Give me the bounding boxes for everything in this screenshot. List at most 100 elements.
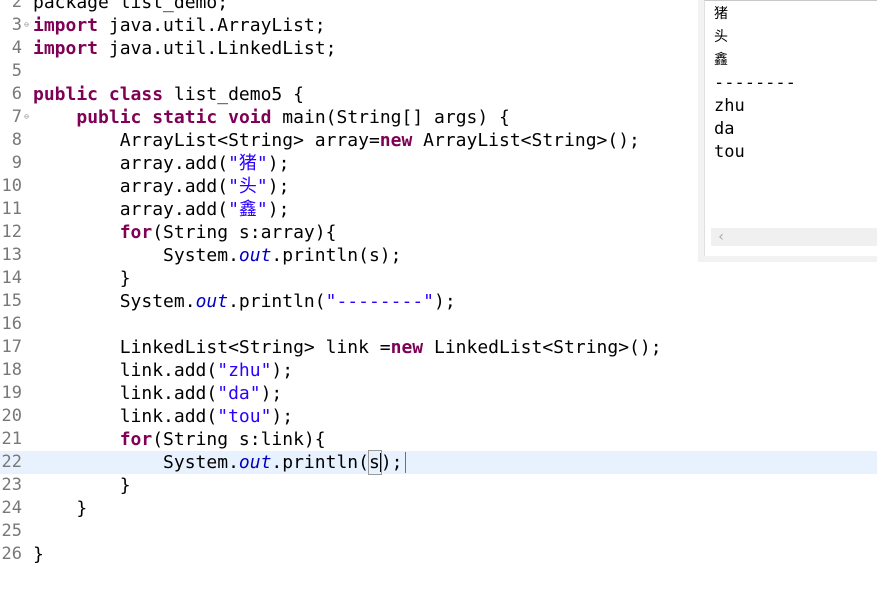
console-output[interactable]: 猪头鑫 -------- zhu da tou ‹ [704,0,877,256]
code-text: array.add("猪"); [33,152,290,175]
code-token: main(String[] args) { [271,107,510,128]
line-number: 23 [1,475,22,495]
code-token: ); [434,291,456,312]
code-token: .println(s); [271,245,402,266]
line-number: 12 [1,222,22,242]
console-output-line: 猪 [714,6,728,22]
console-view: 猪头鑫 -------- zhu da tou ‹ [698,0,877,262]
code-line[interactable]: 19 link.add("da"); [0,382,877,405]
code-token: java.util.ArrayList; [98,15,326,36]
line-number: 10 [1,176,22,196]
field-token: out [238,452,272,473]
line-number: 2 [11,0,22,12]
code-line[interactable]: 20 link.add("tou"); [0,405,877,428]
code-line[interactable]: 14 } [0,267,877,290]
code-token: ArrayList<String>(); [412,130,640,151]
line-number: 20 [1,406,22,426]
code-text: System.out.println("--------"); [33,290,456,313]
code-text: link.add("zhu"); [33,359,293,382]
code-line[interactable]: 24 } [0,497,877,520]
code-line[interactable]: 23 } [0,474,877,497]
code-token: array.add( [33,199,229,220]
code-text: ArrayList<String> array=new ArrayList<St… [33,129,640,152]
code-line[interactable]: 17 LinkedList<String> link =new LinkedLi… [0,336,877,359]
line-number: 21 [1,429,22,449]
code-line[interactable]: 25 [0,520,877,543]
code-text: import java.util.ArrayList; [33,14,326,37]
code-text: LinkedList<String> link =new LinkedList<… [33,336,662,359]
console-horizontal-scrollbar[interactable]: ‹ [711,228,877,246]
line-number: 3 [11,15,22,35]
line-number: 15 [1,291,22,311]
line-number: 26 [1,544,22,564]
line-number: 5 [11,61,22,81]
field-token: out [238,245,272,266]
code-token: LinkedList<String>(); [423,337,662,358]
line-number: 18 [1,360,22,380]
code-text: array.add("头"); [33,175,290,198]
code-text: link.add("tou"); [33,405,293,428]
matched-token: s [367,450,382,475]
code-text: } [33,474,131,497]
code-line[interactable]: 21 for(String s:link){ [0,428,877,451]
line-number: 16 [1,314,22,334]
console-output-line: zhu [714,96,745,116]
code-line[interactable]: 16 [0,313,877,336]
keyword-token: public [33,84,99,105]
code-text: } [33,267,131,290]
field-token: out [195,291,229,312]
code-text: package list_demo; [33,0,228,14]
string-token: "tou" [217,406,272,427]
code-line[interactable]: 18 link.add("zhu"); [0,359,877,382]
code-line[interactable]: 22 System.out.println(s); [0,450,877,475]
line-number: 14 [1,268,22,288]
line-number: 4 [11,38,22,58]
code-token: package list_demo; [33,0,229,13]
code-text: public class list_demo5 { [33,83,304,106]
code-token: (String s:array){ [152,222,337,243]
code-token: link.add( [33,406,218,427]
console-output-line: 头 [714,29,728,45]
code-token: } [33,544,44,565]
keyword-token: class [108,84,164,105]
code-token: LinkedList<String> link = [33,337,391,358]
code-line[interactable]: 26} [0,543,877,566]
code-token: ); [271,360,294,381]
string-token: "--------" [325,291,434,312]
code-token: link.add( [33,383,218,404]
string-token: "猪" [228,153,268,174]
keyword-token: import [33,38,99,59]
string-token: "da" [217,383,261,404]
line-number: 25 [1,521,22,541]
code-token: array.add( [33,176,229,197]
code-token: } [33,268,131,289]
fold-toggle-icon[interactable]: ⊖ [22,20,31,29]
code-text: System.out.println(s); [33,450,406,475]
line-number: 22 [1,452,22,472]
code-token: ); [267,153,290,174]
code-text: System.out.println(s); [33,244,401,267]
line-number: 11 [1,199,22,219]
string-token: "鑫" [228,199,268,220]
string-token: "头" [228,176,268,197]
code-text: for(String s:array){ [33,221,337,244]
fold-toggle-icon[interactable]: ⊖ [22,112,31,121]
console-output-line: tou [714,142,745,162]
code-line[interactable]: 15 System.out.println("--------"); [0,290,877,313]
keyword-token: static [152,107,218,128]
code-token: System. [33,245,239,266]
line-number: 7 [11,107,22,127]
code-token: java.util.LinkedList; [98,38,337,59]
console-output-line: da [714,119,735,139]
code-token: list_demo5 { [163,84,304,105]
keyword-token: for [119,429,153,450]
scroll-left-arrow-icon[interactable]: ‹ [715,228,727,246]
code-token: System. [33,291,196,312]
code-text: for(String s:link){ [33,428,326,451]
line-number: 19 [1,383,22,403]
